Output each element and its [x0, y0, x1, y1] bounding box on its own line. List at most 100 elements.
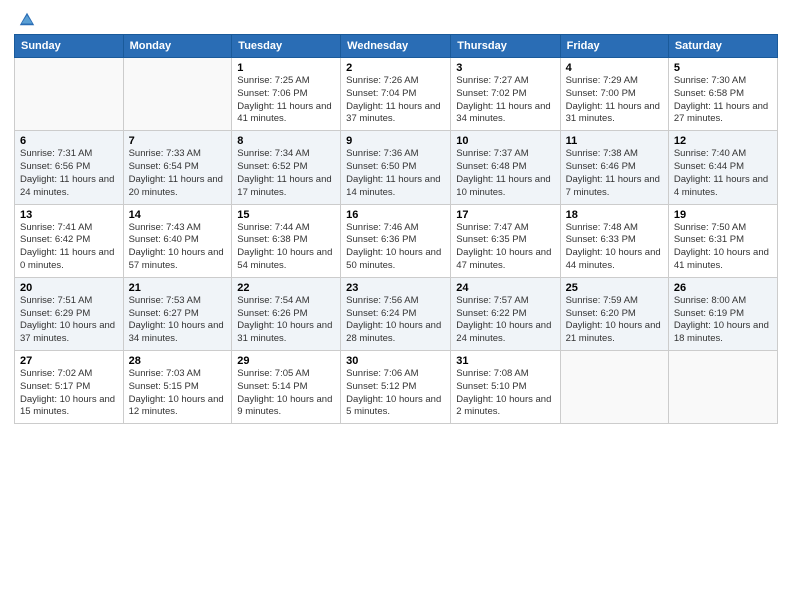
day-info: Sunrise: 7:36 AM Sunset: 6:50 PM Dayligh…	[346, 148, 445, 199]
day-number: 11	[566, 135, 663, 147]
day-number: 2	[346, 62, 445, 74]
day-number: 21	[129, 282, 227, 294]
day-info: Sunrise: 7:02 AM Sunset: 5:17 PM Dayligh…	[20, 368, 118, 419]
day-number: 8	[237, 135, 335, 147]
calendar-cell: 4Sunrise: 7:29 AM Sunset: 7:00 PM Daylig…	[560, 58, 668, 131]
day-info: Sunrise: 7:57 AM Sunset: 6:22 PM Dayligh…	[456, 295, 554, 346]
day-number: 12	[674, 135, 772, 147]
day-info: Sunrise: 7:59 AM Sunset: 6:20 PM Dayligh…	[566, 295, 663, 346]
calendar-table: SundayMondayTuesdayWednesdayThursdayFrid…	[14, 34, 778, 424]
calendar-cell: 6Sunrise: 7:31 AM Sunset: 6:56 PM Daylig…	[15, 131, 124, 204]
day-number: 16	[346, 209, 445, 221]
calendar-week-row: 1Sunrise: 7:25 AM Sunset: 7:06 PM Daylig…	[15, 58, 778, 131]
weekday-header: Tuesday	[232, 35, 341, 58]
calendar-cell: 28Sunrise: 7:03 AM Sunset: 5:15 PM Dayli…	[123, 351, 232, 424]
day-number: 5	[674, 62, 772, 74]
calendar-cell: 13Sunrise: 7:41 AM Sunset: 6:42 PM Dayli…	[15, 204, 124, 277]
weekday-header: Thursday	[451, 35, 560, 58]
day-number: 20	[20, 282, 118, 294]
calendar-cell	[668, 351, 777, 424]
calendar-cell: 23Sunrise: 7:56 AM Sunset: 6:24 PM Dayli…	[341, 277, 451, 350]
weekday-header: Monday	[123, 35, 232, 58]
day-info: Sunrise: 7:44 AM Sunset: 6:38 PM Dayligh…	[237, 222, 335, 273]
day-number: 9	[346, 135, 445, 147]
calendar-cell: 25Sunrise: 7:59 AM Sunset: 6:20 PM Dayli…	[560, 277, 668, 350]
day-info: Sunrise: 7:06 AM Sunset: 5:12 PM Dayligh…	[346, 368, 445, 419]
day-number: 17	[456, 209, 554, 221]
calendar-cell: 24Sunrise: 7:57 AM Sunset: 6:22 PM Dayli…	[451, 277, 560, 350]
day-number: 13	[20, 209, 118, 221]
day-number: 26	[674, 282, 772, 294]
day-number: 15	[237, 209, 335, 221]
calendar-week-row: 13Sunrise: 7:41 AM Sunset: 6:42 PM Dayli…	[15, 204, 778, 277]
weekday-header: Sunday	[15, 35, 124, 58]
calendar-cell: 9Sunrise: 7:36 AM Sunset: 6:50 PM Daylig…	[341, 131, 451, 204]
calendar-cell: 1Sunrise: 7:25 AM Sunset: 7:06 PM Daylig…	[232, 58, 341, 131]
logo-text	[14, 10, 36, 28]
day-info: Sunrise: 7:29 AM Sunset: 7:00 PM Dayligh…	[566, 75, 663, 126]
calendar-cell: 20Sunrise: 7:51 AM Sunset: 6:29 PM Dayli…	[15, 277, 124, 350]
day-info: Sunrise: 7:26 AM Sunset: 7:04 PM Dayligh…	[346, 75, 445, 126]
calendar-cell: 27Sunrise: 7:02 AM Sunset: 5:17 PM Dayli…	[15, 351, 124, 424]
calendar-cell: 30Sunrise: 7:06 AM Sunset: 5:12 PM Dayli…	[341, 351, 451, 424]
day-number: 14	[129, 209, 227, 221]
calendar-week-row: 27Sunrise: 7:02 AM Sunset: 5:17 PM Dayli…	[15, 351, 778, 424]
day-info: Sunrise: 7:43 AM Sunset: 6:40 PM Dayligh…	[129, 222, 227, 273]
day-info: Sunrise: 7:27 AM Sunset: 7:02 PM Dayligh…	[456, 75, 554, 126]
calendar-cell: 12Sunrise: 7:40 AM Sunset: 6:44 PM Dayli…	[668, 131, 777, 204]
calendar-cell: 26Sunrise: 8:00 AM Sunset: 6:19 PM Dayli…	[668, 277, 777, 350]
day-info: Sunrise: 7:50 AM Sunset: 6:31 PM Dayligh…	[674, 222, 772, 273]
calendar-cell: 17Sunrise: 7:47 AM Sunset: 6:35 PM Dayli…	[451, 204, 560, 277]
day-info: Sunrise: 7:34 AM Sunset: 6:52 PM Dayligh…	[237, 148, 335, 199]
day-number: 28	[129, 355, 227, 367]
calendar-cell: 3Sunrise: 7:27 AM Sunset: 7:02 PM Daylig…	[451, 58, 560, 131]
day-info: Sunrise: 8:00 AM Sunset: 6:19 PM Dayligh…	[674, 295, 772, 346]
calendar-cell: 8Sunrise: 7:34 AM Sunset: 6:52 PM Daylig…	[232, 131, 341, 204]
day-info: Sunrise: 7:56 AM Sunset: 6:24 PM Dayligh…	[346, 295, 445, 346]
day-info: Sunrise: 7:53 AM Sunset: 6:27 PM Dayligh…	[129, 295, 227, 346]
day-info: Sunrise: 7:05 AM Sunset: 5:14 PM Dayligh…	[237, 368, 335, 419]
weekday-header: Friday	[560, 35, 668, 58]
calendar-week-row: 6Sunrise: 7:31 AM Sunset: 6:56 PM Daylig…	[15, 131, 778, 204]
calendar-page: SundayMondayTuesdayWednesdayThursdayFrid…	[0, 0, 792, 612]
calendar-cell: 7Sunrise: 7:33 AM Sunset: 6:54 PM Daylig…	[123, 131, 232, 204]
calendar-cell: 31Sunrise: 7:08 AM Sunset: 5:10 PM Dayli…	[451, 351, 560, 424]
day-info: Sunrise: 7:33 AM Sunset: 6:54 PM Dayligh…	[129, 148, 227, 199]
day-info: Sunrise: 7:54 AM Sunset: 6:26 PM Dayligh…	[237, 295, 335, 346]
day-info: Sunrise: 7:46 AM Sunset: 6:36 PM Dayligh…	[346, 222, 445, 273]
day-info: Sunrise: 7:40 AM Sunset: 6:44 PM Dayligh…	[674, 148, 772, 199]
calendar-cell: 2Sunrise: 7:26 AM Sunset: 7:04 PM Daylig…	[341, 58, 451, 131]
day-number: 19	[674, 209, 772, 221]
calendar-cell: 18Sunrise: 7:48 AM Sunset: 6:33 PM Dayli…	[560, 204, 668, 277]
day-info: Sunrise: 7:03 AM Sunset: 5:15 PM Dayligh…	[129, 368, 227, 419]
calendar-cell: 21Sunrise: 7:53 AM Sunset: 6:27 PM Dayli…	[123, 277, 232, 350]
calendar-cell	[123, 58, 232, 131]
calendar-cell	[560, 351, 668, 424]
day-info: Sunrise: 7:31 AM Sunset: 6:56 PM Dayligh…	[20, 148, 118, 199]
day-number: 23	[346, 282, 445, 294]
day-number: 31	[456, 355, 554, 367]
day-info: Sunrise: 7:41 AM Sunset: 6:42 PM Dayligh…	[20, 222, 118, 273]
calendar-cell: 14Sunrise: 7:43 AM Sunset: 6:40 PM Dayli…	[123, 204, 232, 277]
day-number: 1	[237, 62, 335, 74]
weekday-header: Saturday	[668, 35, 777, 58]
day-number: 6	[20, 135, 118, 147]
day-number: 24	[456, 282, 554, 294]
calendar-cell: 15Sunrise: 7:44 AM Sunset: 6:38 PM Dayli…	[232, 204, 341, 277]
day-number: 3	[456, 62, 554, 74]
day-info: Sunrise: 7:30 AM Sunset: 6:58 PM Dayligh…	[674, 75, 772, 126]
logo	[14, 10, 36, 28]
day-info: Sunrise: 7:08 AM Sunset: 5:10 PM Dayligh…	[456, 368, 554, 419]
calendar-cell	[15, 58, 124, 131]
day-number: 30	[346, 355, 445, 367]
header-row	[14, 10, 778, 28]
calendar-cell: 10Sunrise: 7:37 AM Sunset: 6:48 PM Dayli…	[451, 131, 560, 204]
day-number: 29	[237, 355, 335, 367]
calendar-cell: 5Sunrise: 7:30 AM Sunset: 6:58 PM Daylig…	[668, 58, 777, 131]
calendar-cell: 16Sunrise: 7:46 AM Sunset: 6:36 PM Dayli…	[341, 204, 451, 277]
day-info: Sunrise: 7:38 AM Sunset: 6:46 PM Dayligh…	[566, 148, 663, 199]
day-info: Sunrise: 7:37 AM Sunset: 6:48 PM Dayligh…	[456, 148, 554, 199]
calendar-cell: 22Sunrise: 7:54 AM Sunset: 6:26 PM Dayli…	[232, 277, 341, 350]
day-number: 10	[456, 135, 554, 147]
calendar-week-row: 20Sunrise: 7:51 AM Sunset: 6:29 PM Dayli…	[15, 277, 778, 350]
